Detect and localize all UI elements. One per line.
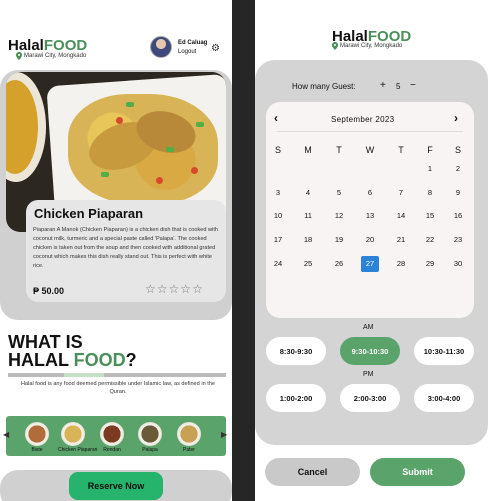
calendar-day[interactable]: 9 <box>449 185 467 201</box>
calendar-day[interactable]: 13 <box>361 208 379 224</box>
location-pin-icon <box>16 52 22 60</box>
logout-link[interactable]: Logout <box>178 49 196 55</box>
food-label: Pater <box>183 447 195 453</box>
avatar[interactable] <box>150 36 172 58</box>
calendar-day[interactable]: 4 <box>299 185 317 201</box>
weekday-label: S <box>274 145 281 155</box>
reservation-screen: HalalFOOD Marawi City, Mongkado How many… <box>255 0 488 501</box>
chevron-left-icon[interactable]: ‹ <box>274 111 278 125</box>
guest-label: How many Guest: <box>292 82 356 91</box>
screen-divider <box>232 0 255 501</box>
guest-count: 5 <box>396 82 401 91</box>
calendar-day[interactable]: 18 <box>299 232 317 248</box>
calendar-day[interactable]: 11 <box>299 208 317 224</box>
calendar-day[interactable]: 16 <box>449 208 467 224</box>
calendar-day[interactable]: 10 <box>269 208 287 224</box>
decrease-guest-button[interactable]: − <box>410 80 416 91</box>
calendar-day[interactable]: 23 <box>449 232 467 248</box>
location-pin-icon <box>332 42 338 50</box>
calendar-day[interactable]: 28 <box>392 256 410 272</box>
dish-price: ₱ 50.00 <box>33 286 65 296</box>
calendar-day[interactable]: 3 <box>269 185 287 201</box>
location-label: Marawi City, Mongkado <box>16 52 86 60</box>
chevron-right-icon[interactable]: ▶ <box>221 430 227 439</box>
weekday-label: T <box>336 145 342 155</box>
section-description: Halal food is any food deemed permissibl… <box>20 381 216 395</box>
weekday-label: F <box>427 145 433 155</box>
food-label: Biste <box>31 447 43 453</box>
food-label: Palapa <box>142 447 158 453</box>
food-item[interactable]: Rendan <box>97 422 127 453</box>
food-label: Rendan <box>103 447 121 453</box>
calendar-divider <box>277 131 463 132</box>
food-thumbnail <box>61 422 85 446</box>
calendar-day[interactable]: 14 <box>392 208 410 224</box>
food-thumbnail <box>177 422 201 446</box>
dish-description: Piaparan A Manok (Chicken Piaparan) is a… <box>33 227 219 269</box>
gear-icon[interactable]: ⚙ <box>211 43 220 54</box>
section-heading: WHAT IS <box>8 332 83 352</box>
rating-stars[interactable]: ☆ ☆ ☆ ☆ ☆ <box>145 283 203 295</box>
food-label: Chicken Piaparan <box>58 447 98 453</box>
calendar-day[interactable]: 29 <box>421 256 439 272</box>
time-slot-button[interactable]: 2:00-3:00 <box>340 384 400 412</box>
calendar-day[interactable]: 26 <box>330 256 348 272</box>
calendar-day[interactable]: 21 <box>392 232 410 248</box>
food-thumbnail <box>25 422 49 446</box>
time-slot-button[interactable]: 1:00-2:00 <box>266 384 326 412</box>
calendar-month: September 2023 <box>331 115 395 124</box>
submit-button[interactable]: Submit <box>370 458 465 486</box>
dish-title: Chicken Piaparan <box>34 206 144 221</box>
location-label: Marawi City, Mongkado <box>332 42 402 50</box>
time-slot-button[interactable]: 10:30-11:30 <box>414 337 474 365</box>
food-item[interactable]: Pater <box>174 422 204 453</box>
calendar-day[interactable]: 7 <box>392 185 410 201</box>
calendar-day[interactable]: 27 <box>361 256 379 272</box>
star-icon[interactable]: ☆ <box>180 283 191 295</box>
food-item[interactable]: Palapa <box>135 422 165 453</box>
time-slot-button[interactable]: 8:30-9:30 <box>266 337 326 365</box>
calendar-day[interactable]: 5 <box>330 185 348 201</box>
time-slot-button[interactable]: 9:30-10:30 <box>340 337 400 365</box>
pm-label: PM <box>363 371 374 378</box>
home-screen: HalalFOOD Marawi City, Mongkado Ed Calua… <box>0 0 232 501</box>
calendar-day[interactable]: 12 <box>330 208 348 224</box>
weekday-label: M <box>304 145 312 155</box>
time-slot-button[interactable]: 3:00-4:00 <box>414 384 474 412</box>
calendar-day[interactable]: 8 <box>421 185 439 201</box>
divider-accent <box>64 373 104 377</box>
calendar-day[interactable]: 15 <box>421 208 439 224</box>
calendar-day[interactable]: 6 <box>361 185 379 201</box>
divider <box>8 373 226 377</box>
section-heading-line2: HALAL FOOD? <box>8 350 137 370</box>
am-label: AM <box>363 324 374 331</box>
calendar-day[interactable]: 25 <box>299 256 317 272</box>
weekday-label: W <box>365 145 375 155</box>
star-icon[interactable]: ☆ <box>192 283 203 295</box>
reserve-now-button[interactable]: Reserve Now <box>69 472 163 500</box>
calendar-day[interactable]: 20 <box>361 232 379 248</box>
food-item[interactable]: Biste <box>22 422 52 453</box>
food-thumbnail <box>138 422 162 446</box>
calendar-day[interactable]: 2 <box>449 161 467 177</box>
user-name: Ed Caluag <box>178 40 208 46</box>
calendar-day[interactable]: 19 <box>330 232 348 248</box>
weekday-label: T <box>398 145 404 155</box>
star-icon[interactable]: ☆ <box>157 283 168 295</box>
weekday-label: S <box>454 145 461 155</box>
increase-guest-button[interactable]: + <box>380 80 386 91</box>
chevron-right-icon[interactable]: › <box>454 111 458 125</box>
calendar-day[interactable]: 24 <box>269 256 287 272</box>
calendar-day[interactable]: 17 <box>269 232 287 248</box>
star-icon[interactable]: ☆ <box>169 283 180 295</box>
food-item[interactable]: Chicken Piaparan <box>58 422 98 453</box>
star-icon[interactable]: ☆ <box>145 283 156 295</box>
calendar-day[interactable]: 22 <box>421 232 439 248</box>
calendar-day[interactable]: 1 <box>421 161 439 177</box>
food-thumbnail <box>100 422 124 446</box>
calendar-day[interactable]: 30 <box>449 256 467 272</box>
chevron-left-icon[interactable]: ◀ <box>3 430 9 439</box>
cancel-button[interactable]: Cancel <box>265 458 360 486</box>
